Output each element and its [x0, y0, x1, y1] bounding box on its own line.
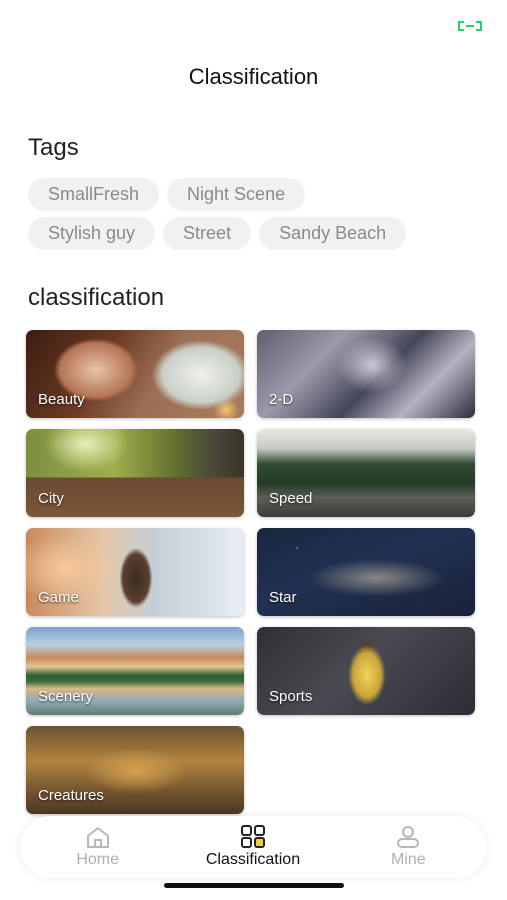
category-label: Beauty: [38, 391, 85, 408]
tags-section-title: Tags: [28, 134, 79, 161]
tags-list: SmallFresh Night Scene Stylish guy Stree…: [28, 178, 488, 256]
category-label: Scenery: [38, 688, 94, 705]
bottom-tab-bar: Home Classification Mine: [20, 816, 486, 878]
category-label: Sports: [269, 688, 313, 705]
user-icon: [397, 826, 420, 848]
category-card-2d[interactable]: 2-D: [257, 330, 475, 418]
tab-label: Classification: [205, 851, 301, 868]
tab-mine[interactable]: Mine: [338, 825, 478, 869]
category-label: Star: [269, 589, 297, 606]
category-card-scenery[interactable]: Scenery: [26, 627, 244, 715]
category-card-city[interactable]: City: [26, 429, 244, 517]
home-icon: [86, 827, 109, 848]
category-label: Creatures: [38, 787, 104, 804]
tab-classification[interactable]: Classification: [183, 825, 323, 869]
category-card-game[interactable]: Game: [26, 528, 244, 616]
tag-smallfresh[interactable]: SmallFresh: [28, 178, 160, 211]
category-label: Speed: [269, 490, 313, 507]
tab-home[interactable]: Home: [28, 825, 168, 869]
category-label: Game: [38, 589, 79, 606]
category-label: 2-D: [269, 391, 294, 408]
category-card-sports[interactable]: Sports: [257, 627, 475, 715]
classification-section-title: classification: [28, 284, 165, 311]
category-card-speed[interactable]: Speed: [257, 429, 475, 517]
home-indicator[interactable]: [164, 883, 344, 888]
category-card-creatures[interactable]: Creatures: [26, 726, 244, 814]
tag-row: SmallFresh Night Scene: [28, 178, 488, 211]
tab-label: Home: [76, 851, 119, 868]
expand-icon[interactable]: [457, 20, 483, 32]
tag-sandy-beach[interactable]: Sandy Beach: [259, 217, 407, 250]
page-title: Classification: [188, 64, 319, 89]
tag-street[interactable]: Street: [163, 217, 252, 250]
category-card-beauty[interactable]: Beauty: [26, 330, 244, 418]
classification-grid: Beauty 2-D City Speed Game Star Scenery …: [26, 330, 476, 814]
tab-label: Mine: [390, 851, 426, 868]
tag-row: Stylish guy Street Sandy Beach: [28, 217, 488, 250]
grid-icon: [240, 825, 265, 848]
category-label: City: [38, 490, 64, 507]
tag-stylish-guy[interactable]: Stylish guy: [28, 217, 156, 250]
category-card-star[interactable]: Star: [257, 528, 475, 616]
tag-night-scene[interactable]: Night Scene: [167, 178, 306, 211]
